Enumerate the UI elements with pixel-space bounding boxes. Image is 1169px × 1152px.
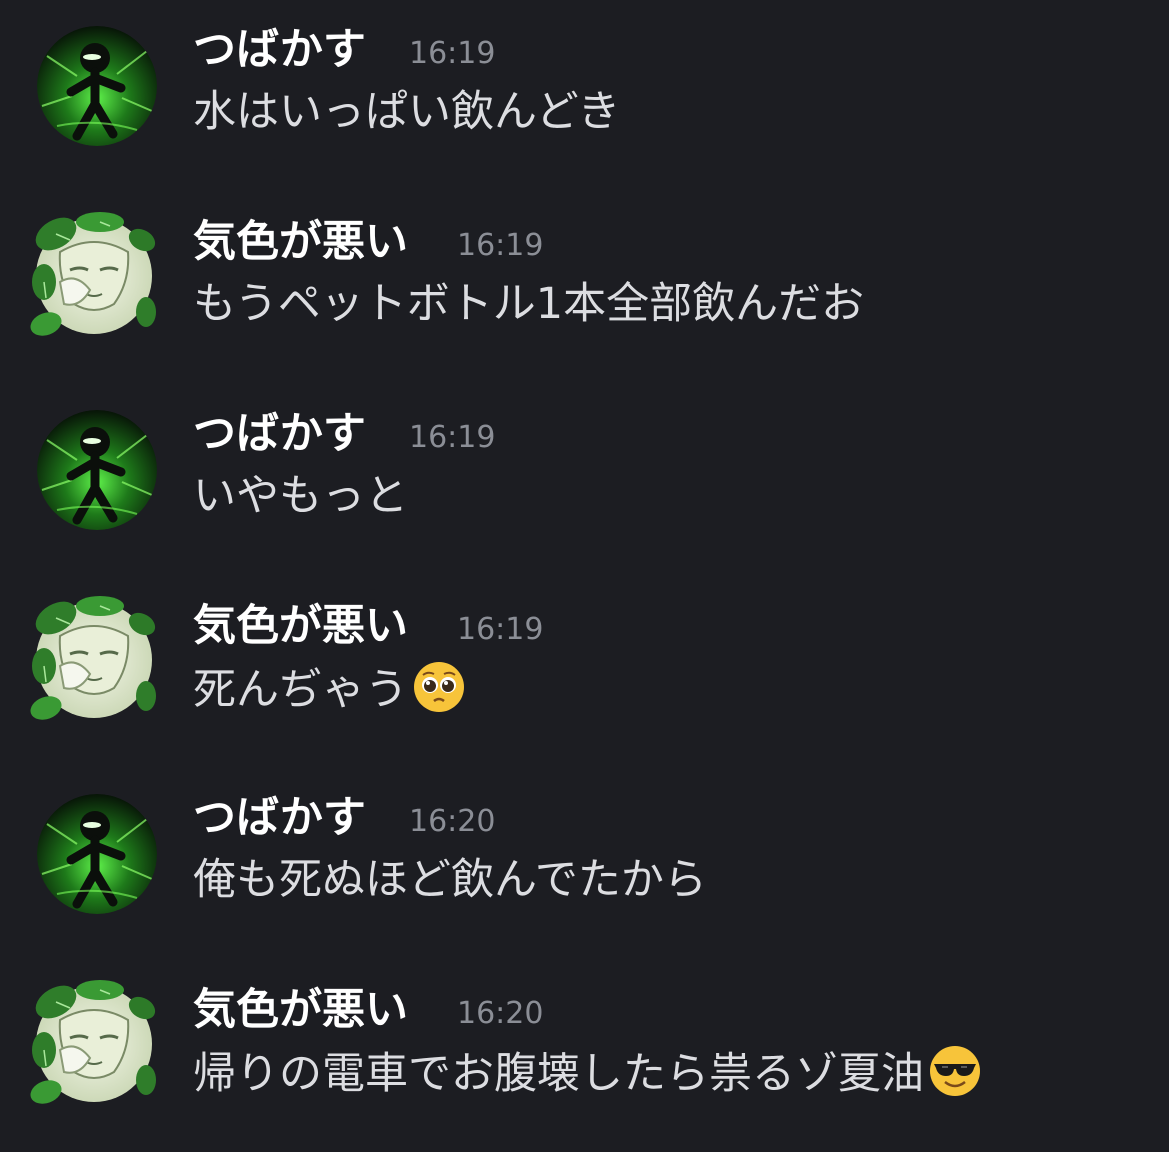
message-author[interactable]: つばかす: [193, 22, 366, 78]
dark-stickman-avatar[interactable]: [37, 26, 157, 146]
leafy-character-avatar[interactable]: [30, 980, 158, 1108]
message-text: もうペットボトル1本全部飲んだお: [193, 276, 864, 332]
leafy-character-avatar[interactable]: [30, 596, 158, 724]
message-author[interactable]: 気色が悪い: [193, 214, 408, 270]
message-item: つばかす 16:19 水はいっぱい飲んどき: [0, 0, 1169, 150]
message-timestamp: 16:19: [457, 228, 544, 263]
message-text: 俺も死ぬほど飲んでたから: [193, 852, 707, 908]
message-author[interactable]: つばかす: [193, 790, 366, 846]
message-timestamp: 16:19: [409, 420, 496, 455]
message-text-content: 水はいっぱい飲んどき: [193, 87, 621, 137]
message-timestamp: 16:20: [409, 804, 496, 839]
message-item: 気色が悪い 16:19 もうペットボトル1本全部飲んだお: [0, 192, 1169, 342]
message-text-content: 帰りの電車でお腹壊したら祟るゾ夏油: [193, 1049, 924, 1099]
message-timestamp: 16:19: [409, 36, 496, 71]
message-text-content: 死んぢゃう: [193, 665, 408, 715]
message-text: いやもっと: [193, 468, 408, 524]
sunglasses-face-emoji: [928, 1044, 982, 1098]
pleading-face-emoji: [412, 660, 466, 714]
message-text-content: 俺も死ぬほど飲んでたから: [193, 855, 707, 905]
chat-log: つばかす 16:19 水はいっぱい飲んどき 気色が悪い 16:19 もうペットボ…: [0, 0, 1169, 1152]
message-item: つばかす 16:20 俺も死ぬほど飲んでたから: [0, 768, 1169, 918]
message-text: 水はいっぱい飲んどき: [193, 84, 620, 140]
message-author[interactable]: 気色が悪い: [193, 598, 408, 654]
message-author[interactable]: 気色が悪い: [193, 982, 408, 1038]
message-item: 気色が悪い 16:19 死んぢゃう: [0, 576, 1169, 726]
leafy-character-avatar[interactable]: [30, 212, 158, 340]
message-item: つばかす 16:19 いやもっと: [0, 384, 1169, 534]
message-item: 気色が悪い 16:20 帰りの電車でお腹壊したら祟るゾ夏油: [0, 960, 1169, 1110]
message-timestamp: 16:20: [457, 996, 544, 1031]
dark-stickman-avatar[interactable]: [37, 410, 157, 530]
message-text-content: もうペットボトル1本全部飲んだお: [193, 279, 865, 329]
message-text-content: いやもっと: [193, 471, 408, 521]
message-text: 死んぢゃう: [193, 660, 466, 718]
message-author[interactable]: つばかす: [193, 406, 366, 462]
message-text: 帰りの電車でお腹壊したら祟るゾ夏油: [193, 1044, 982, 1102]
message-timestamp: 16:19: [457, 612, 544, 647]
dark-stickman-avatar[interactable]: [37, 794, 157, 914]
